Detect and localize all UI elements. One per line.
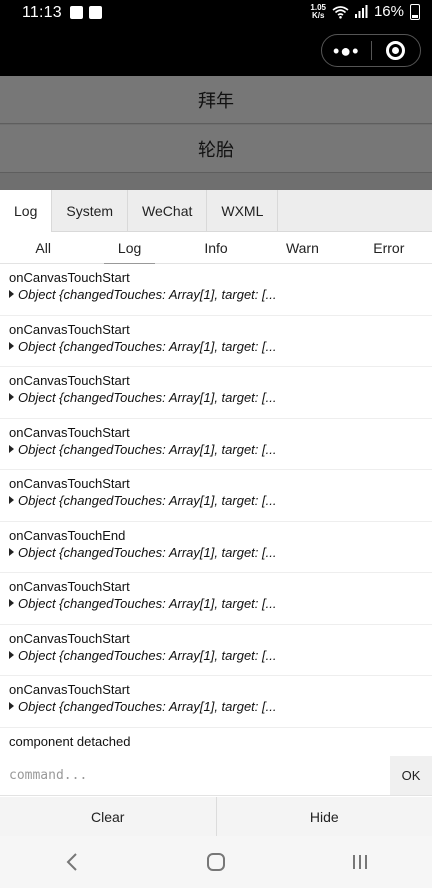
log-object-text: Object {changedTouches: Array[1], target… [18, 699, 277, 714]
notification-icon [70, 6, 83, 19]
page-background: 拜年 轮胎 [0, 76, 432, 190]
expand-caret-icon[interactable] [9, 702, 14, 710]
wifi-icon [332, 5, 349, 19]
vconsole-panel: Log System WeChat WXML All Log Info Warn… [0, 190, 432, 836]
command-input[interactable] [0, 756, 390, 795]
expand-caret-icon[interactable] [9, 547, 14, 556]
log-object-text: Object {changedTouches: Array[1], target… [18, 287, 277, 302]
tab-log[interactable]: Log [0, 190, 53, 232]
log-item: onCanvasTouchStart Object {changedTouche… [0, 573, 432, 625]
battery-icon [410, 3, 420, 20]
miniprogram-topbar: •●• [0, 27, 432, 76]
log-item: onCanvasTouchStart Object {changedTouche… [0, 316, 432, 367]
expand-caret-icon[interactable] [9, 444, 14, 453]
log-object[interactable]: Object {changedTouches: Array[1], target… [9, 338, 423, 355]
recents-icon [353, 855, 367, 869]
navigation-bar [0, 836, 432, 888]
log-object-text: Object {changedTouches: Array[1], target… [18, 544, 277, 560]
menu-capsule: •●• [321, 34, 421, 67]
log-object[interactable]: Object {changedTouches: Array[1], target… [9, 441, 423, 458]
log-object[interactable]: Object {changedTouches: Array[1], target… [9, 389, 423, 406]
page-button-2[interactable]: 轮胎 [0, 125, 432, 173]
log-item: onCanvasTouchEnd Object {changedTouches:… [0, 522, 432, 573]
more-icon[interactable]: •●• [322, 42, 371, 60]
log-object-text: Object {changedTouches: Array[1], target… [18, 338, 277, 354]
log-object-text: Object {changedTouches: Array[1], target… [18, 596, 277, 611]
log-item-last: component detached [0, 728, 432, 753]
log-object-text: Object {changedTouches: Array[1], target… [18, 647, 277, 663]
clear-button[interactable]: Clear [0, 797, 216, 836]
log-object-text: Object {changedTouches: Array[1], target… [18, 441, 277, 457]
log-object[interactable]: Object {changedTouches: Array[1], target… [9, 286, 423, 303]
log-title: onCanvasTouchStart [9, 579, 130, 594]
log-title: onCanvasTouchStart [9, 424, 130, 440]
app-notification-icon [89, 6, 102, 19]
subtab-warn[interactable]: Warn [259, 232, 345, 263]
expand-caret-icon[interactable] [9, 650, 14, 659]
home-icon [207, 853, 225, 871]
log-item: onCanvasTouchStart Object {changedTouche… [0, 367, 432, 419]
log-object[interactable]: Object {changedTouches: Array[1], target… [9, 647, 423, 664]
panel-actions: Clear Hide [0, 797, 432, 836]
log-item: onCanvasTouchStart Object {changedTouche… [0, 470, 432, 522]
network-speed-unit: K/s [311, 10, 325, 20]
log-object[interactable]: Object {changedTouches: Array[1], target… [9, 544, 423, 561]
recents-button[interactable] [330, 842, 390, 882]
log-object-text: Object {changedTouches: Array[1], target… [18, 390, 277, 405]
home-button[interactable] [186, 842, 246, 882]
status-bar: 11:13 1.05 K/s 16% [0, 0, 432, 27]
log-list: onCanvasTouchStart Object {changedTouche… [0, 264, 432, 752]
page-partial-content [0, 174, 432, 190]
tab-wechat[interactable]: WeChat [128, 190, 208, 232]
tab-wxml[interactable]: WXML [207, 190, 279, 232]
page-button-1[interactable]: 拜年 [0, 76, 432, 124]
log-object-text: Object {changedTouches: Array[1], target… [18, 493, 277, 508]
expand-caret-icon[interactable] [9, 290, 14, 298]
status-right: 1.05 K/s 16% [310, 3, 420, 20]
target-icon [386, 41, 406, 60]
tab-system[interactable]: System [52, 190, 129, 232]
battery-percent: 16% [373, 3, 404, 20]
log-item: onCanvasTouchStart Object {changedTouche… [0, 264, 432, 316]
expand-caret-icon[interactable] [9, 393, 14, 401]
log-title: onCanvasTouchStart [9, 321, 130, 337]
log-item: onCanvasTouchStart Object {changedTouche… [0, 625, 432, 676]
back-button[interactable] [42, 842, 102, 882]
back-icon [66, 853, 77, 871]
expand-caret-icon[interactable] [9, 341, 14, 350]
log-item: onCanvasTouchStart Object {changedTouche… [0, 419, 432, 470]
ok-button[interactable]: OK [390, 756, 432, 795]
log-object[interactable]: Object {changedTouches: Array[1], target… [9, 698, 423, 715]
command-bar: OK [0, 756, 432, 796]
status-time: 11:13 [22, 4, 62, 21]
vconsole-tabs: Log System WeChat WXML [0, 190, 432, 232]
log-object[interactable]: Object {changedTouches: Array[1], target… [9, 595, 423, 612]
log-item: onCanvasTouchStart Object {changedTouche… [0, 676, 432, 728]
network-speed: 1.05 K/s [310, 3, 326, 20]
log-title: onCanvasTouchStart [9, 270, 130, 285]
log-title: onCanvasTouchStart [9, 630, 130, 646]
log-title: onCanvasTouchEnd [9, 527, 126, 543]
log-filter-tabs: All Log Info Warn Error [0, 232, 432, 264]
expand-caret-icon[interactable] [9, 599, 14, 607]
expand-caret-icon[interactable] [9, 496, 14, 504]
log-title: onCanvasTouchStart [9, 682, 130, 697]
signal-icon [354, 5, 368, 18]
close-miniprogram-button[interactable] [372, 41, 421, 60]
log-object[interactable]: Object {changedTouches: Array[1], target… [9, 492, 423, 509]
subtab-all[interactable]: All [0, 232, 86, 263]
subtab-info[interactable]: Info [173, 232, 259, 263]
log-title: onCanvasTouchStart [9, 476, 130, 491]
hide-button[interactable]: Hide [215, 797, 432, 836]
subtab-log[interactable]: Log [86, 232, 172, 264]
subtab-error[interactable]: Error [346, 232, 432, 263]
log-title: onCanvasTouchStart [9, 373, 130, 388]
